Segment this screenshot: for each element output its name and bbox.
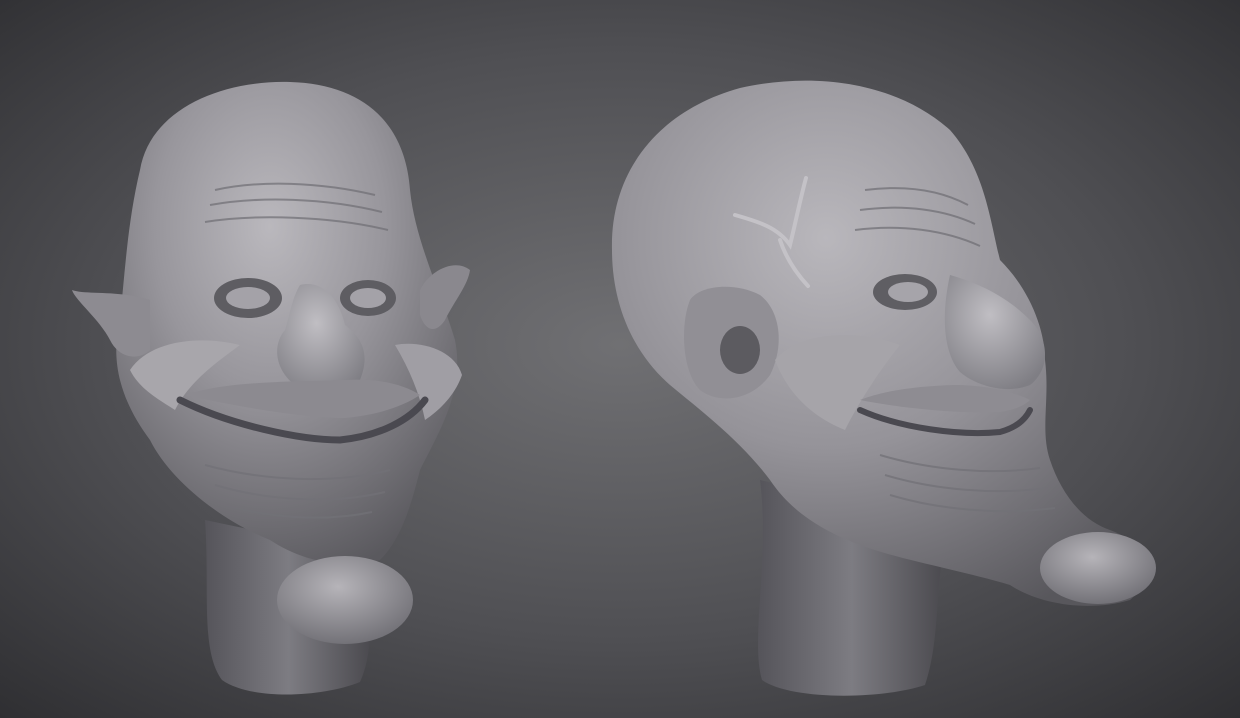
ear-canal-side bbox=[720, 326, 760, 374]
chin-side bbox=[1040, 532, 1156, 604]
chin-front bbox=[277, 556, 413, 644]
render-viewport bbox=[0, 0, 1240, 718]
eye-left-front bbox=[226, 287, 270, 309]
eye-side bbox=[888, 282, 928, 302]
render-canvas bbox=[0, 0, 1240, 718]
eye-right-front bbox=[350, 288, 386, 308]
